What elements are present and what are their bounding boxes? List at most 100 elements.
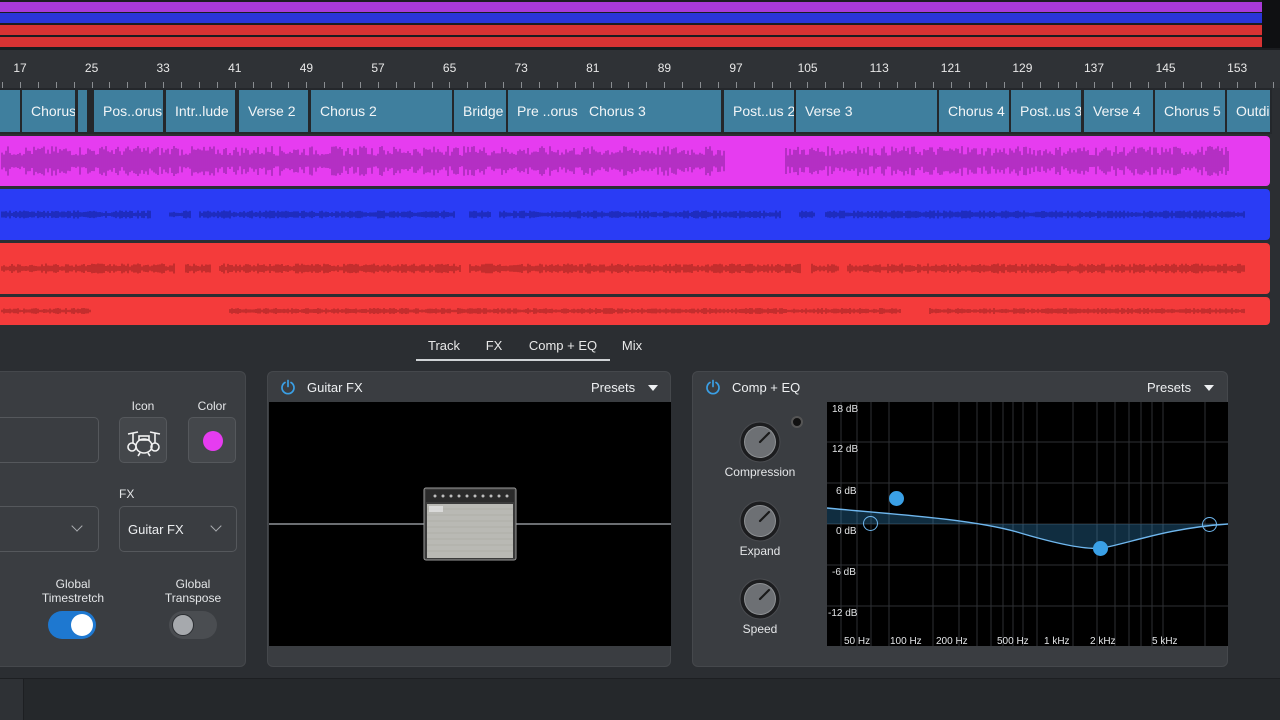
track-settings-panel: Icon Color FX Guitar FX Global Timestret… [0,371,246,667]
ruler-bar-number: 145 [1155,61,1176,75]
eq-db-label: 12 dB [832,444,859,455]
comp-eq-header: Comp + EQ Presets [693,372,1227,402]
chevron-down-icon [210,520,222,532]
comp-eq-panel: Comp + EQ Presets Compression Expand Spe… [692,371,1229,667]
arranger-section[interactable]: Pos..orus [94,90,165,132]
track-color-button[interactable] [188,417,236,463]
eq-band-handle-low[interactable] [863,516,878,531]
arranger-section[interactable] [78,90,89,132]
waveform-path [1,146,1229,176]
tab-mix[interactable]: Mix [622,338,642,353]
comp-eq-presets-button[interactable]: Presets [1147,380,1191,395]
ruler-bar-number: 129 [1012,61,1033,75]
compressor-led [791,416,803,428]
track-name-field[interactable] [0,417,99,463]
drum-kit-icon [127,431,161,457]
expand-knob[interactable] [738,499,782,548]
caret-down-icon[interactable] [1204,385,1214,391]
compression-knob[interactable] [738,420,782,469]
arranger-section[interactable]: Chorus 3 [580,90,723,132]
power-icon[interactable] [705,379,721,395]
arranger-section[interactable]: Verse 2 [239,90,310,132]
ruler-bar-number: 121 [940,61,961,75]
track-icon-button[interactable] [119,417,167,463]
arranger-section[interactable] [0,90,22,132]
eq-band-handle-high[interactable] [1202,517,1217,532]
knob-dial [739,578,781,620]
arranger-section[interactable]: Chorus 2 [311,90,454,132]
arranger-section[interactable]: Chorus 5 [1155,90,1227,132]
ruler-bar-number: 49 [299,61,314,75]
song-overview[interactable] [0,0,1280,50]
status-bar-left [0,679,24,720]
arranger-section[interactable]: Post..us 2 [724,90,796,132]
color-swatch [203,431,223,451]
eq-freq-label: 100 Hz [890,636,922,647]
expand-label: Expand [739,544,781,558]
global-timestretch-toggle[interactable] [48,611,96,639]
audio-track-3[interactable] [0,243,1270,294]
eq-band-handle-mid-high[interactable] [1093,541,1108,556]
icon-label: Icon [131,399,155,413]
eq-db-label: 6 dB [836,486,857,497]
waveform [1,146,1229,176]
arranger-section[interactable]: Chorus [22,90,77,132]
track-input-select[interactable] [0,506,99,552]
eq-db-label: 18 dB [832,404,859,415]
eq-freq-label: 1 kHz [1044,636,1070,647]
arranger-section[interactable]: Bridge [454,90,508,132]
global-timestretch-label: Global Timestretch [41,577,105,605]
audio-track-1[interactable] [0,136,1270,186]
guitar-fx-presets-button[interactable]: Presets [591,380,635,395]
tab-track[interactable]: Track [428,338,460,353]
fx-select[interactable]: Guitar FX [119,506,237,552]
audio-track-2[interactable] [0,189,1270,240]
tab-fx[interactable]: FX [486,338,503,353]
overview-track-magenta [0,2,1262,12]
ruler-bar-number: 113 [869,61,889,75]
overview-scrollbar[interactable] [1262,0,1280,48]
tab-comp-eq[interactable]: Comp + EQ [529,338,597,353]
speed-knob[interactable] [738,577,782,626]
caret-down-icon[interactable] [648,385,658,391]
overview-track-red [0,25,1262,35]
arranger-section[interactable]: Pre ..orus [508,90,585,132]
ruler-bar-number: 57 [371,61,385,75]
guitar-fx-panel: Guitar FX Presets [267,371,671,667]
fx-label: FX [119,487,135,501]
arranger-section[interactable]: Outdi [1227,90,1272,132]
ruler-bar-number: 89 [657,61,672,75]
guitar-fx-header: Guitar FX Presets [268,372,670,402]
amp-view[interactable] [269,402,671,646]
eq-db-label: -12 dB [828,608,858,619]
inspector-panel: Track FX Comp + EQ Mix Icon Color FX Gui… [0,326,1280,678]
arranger-section[interactable]: Chorus 4 [939,90,1011,132]
timeline-ruler[interactable]: 17 25 33 41 49 57 65 73 81 89 97 105 113 121 129 137 145… [0,50,1280,88]
eq-graph[interactable]: 18 dB 12 dB 6 dB 0 dB -6 dB -12 dB 50 Hz… [826,402,1229,647]
ruler-bar-number: 81 [586,61,600,75]
eq-freq-label: 5 kHz [1152,636,1178,647]
arranger-track[interactable]: Chorus Pos..orus Intr..lude Verse 2 Chorus 2… [0,88,1272,134]
toggle-knob [71,614,93,636]
arranger-section[interactable]: Post..us 3 [1011,90,1083,132]
compression-label: Compression [724,465,796,479]
ruler-bar-number: 97 [729,61,743,75]
arranger-section[interactable]: Verse 3 [796,90,939,132]
eq-freq-label: 50 Hz [844,636,871,647]
comp-eq-title: Comp + EQ [732,380,801,395]
ruler-bar-number: 137 [1083,61,1105,75]
power-icon[interactable] [280,379,296,395]
guitar-amp-icon[interactable] [423,487,517,561]
toggle-knob [172,614,194,636]
eq-db-label: -6 dB [832,567,856,578]
audio-track-4[interactable] [0,297,1270,325]
global-transpose-toggle[interactable] [169,611,217,639]
ruler-bar-number: 73 [514,61,528,75]
eq-band-handle-mid-low[interactable] [889,491,904,506]
ruler-bar-number: 33 [156,61,170,75]
knob-dial [739,421,781,463]
arranger-section[interactable]: Verse 4 [1084,90,1155,132]
ruler-bar-number: 41 [228,61,242,75]
arranger-section[interactable]: Intr..lude [166,90,237,132]
ruler-tick [1273,82,1274,88]
